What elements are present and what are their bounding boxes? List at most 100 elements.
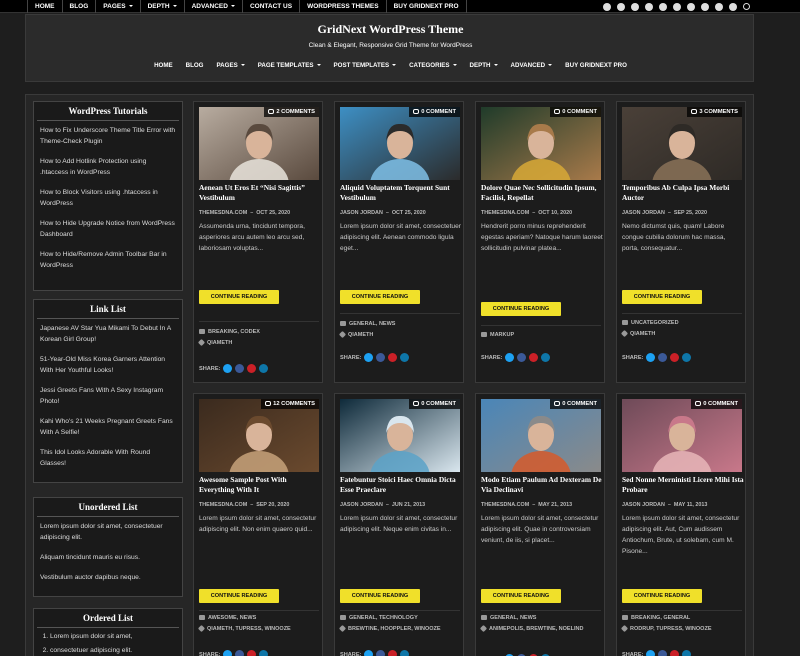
sidebar-link[interactable]: Japanese AV Star Yua Mikami To Debut In … (40, 323, 176, 345)
linkedin-share-icon[interactable] (259, 650, 269, 656)
continue-reading-button[interactable]: CONTINUE READING (622, 290, 702, 304)
linkedin-share-icon[interactable] (400, 353, 410, 362)
sidebar-link[interactable]: How to Block Visitors using .htaccess in… (40, 187, 176, 209)
twitter-share-icon[interactable] (223, 364, 233, 373)
twitter-icon[interactable] (603, 2, 611, 11)
post-title[interactable]: Temporibus Ab Culpa Ipsa Morbi Auctor (622, 183, 744, 203)
post-title[interactable]: Dolore Quae Nec Sollicitudin Ipsum, Faci… (481, 183, 603, 203)
topnav-item-home[interactable]: HOME (27, 0, 63, 13)
post-author[interactable]: THEMESDNA.COM (199, 502, 247, 508)
post-title[interactable]: Modo Etiam Paulum Ad Dexteram De Via Dec… (481, 475, 603, 495)
pinterest-share-icon[interactable] (529, 353, 539, 362)
twitter-share-icon[interactable] (646, 650, 656, 656)
post-author[interactable]: JASON JORDAN (340, 502, 383, 508)
tag-links[interactable]: QIAMETH (630, 331, 655, 337)
comment-count-badge[interactable]: 12 COMMENTS (261, 399, 319, 410)
facebook-share-icon[interactable] (235, 364, 245, 373)
linkedin-share-icon[interactable] (259, 364, 269, 373)
pinterest-icon[interactable] (631, 2, 639, 11)
tag-links[interactable]: RODRUP, TUPRESS, WINOOZE (630, 626, 712, 632)
nav-item-buy-gridnext-pro[interactable]: BUY GRIDNEXT PRO (565, 62, 627, 69)
post-author[interactable]: JASON JORDAN (622, 210, 665, 216)
post-title[interactable]: Awesome Sample Post With Everything With… (199, 475, 321, 495)
comment-count-badge[interactable]: 0 COMMENT (409, 107, 460, 118)
continue-reading-button[interactable]: CONTINUE READING (481, 589, 561, 603)
continue-reading-button[interactable]: CONTINUE READING (199, 589, 279, 603)
post-title[interactable]: Sed Nonne Merninisti Licere Mihi Ista Pr… (622, 475, 744, 495)
rss-icon[interactable] (729, 2, 737, 11)
post-thumbnail[interactable]: 0 COMMENT (481, 399, 601, 472)
post-thumbnail[interactable]: 0 COMMENT (340, 399, 460, 472)
tag-links[interactable]: BREWTINE, HOOPPLER, WINOOZE (348, 626, 441, 632)
topnav-item-blog[interactable]: BLOG (63, 0, 97, 13)
post-thumbnail[interactable]: 2 COMMENTS (199, 107, 319, 180)
post-thumbnail[interactable]: 0 COMMENT (622, 399, 742, 472)
messenger-icon[interactable] (687, 2, 695, 11)
sidebar-link[interactable]: 51-Year-Old Miss Korea Garners Attention… (40, 354, 176, 376)
continue-reading-button[interactable]: CONTINUE READING (340, 290, 420, 304)
category-links[interactable]: BREAKING, GENERAL (631, 615, 690, 621)
sidebar-link[interactable]: How to Hide/Remove Admin Toolbar Bar in … (40, 249, 176, 271)
linkedin-share-icon[interactable] (682, 353, 692, 362)
comment-count-badge[interactable]: 3 COMMENTS (687, 107, 742, 118)
comment-count-badge[interactable]: 0 COMMENT (409, 399, 460, 410)
facebook-share-icon[interactable] (658, 650, 668, 656)
twitter-share-icon[interactable] (364, 650, 374, 656)
sidebar-link[interactable]: How to Fix Underscore Theme Title Error … (40, 125, 176, 147)
nav-item-blog[interactable]: BLOG (186, 62, 204, 69)
facebook-share-icon[interactable] (658, 353, 668, 362)
facebook-share-icon[interactable] (517, 353, 527, 362)
comment-count-badge[interactable]: 0 COMMENT (691, 399, 742, 410)
category-links[interactable]: MARKUP (490, 332, 514, 338)
category-links[interactable]: GENERAL, TECHNOLOGY (349, 615, 418, 621)
pinterest-share-icon[interactable] (247, 364, 257, 373)
topnav-item-advanced[interactable]: ADVANCED (185, 0, 243, 13)
sidebar-link[interactable]: Kahi Who's 21 Weeks Pregnant Greets Fans… (40, 416, 176, 438)
nav-item-depth[interactable]: DEPTH (470, 62, 498, 69)
pinterest-share-icon[interactable] (247, 650, 257, 656)
pinterest-share-icon[interactable] (388, 353, 398, 362)
category-links[interactable]: AWESOME, NEWS (208, 615, 256, 621)
nav-item-categories[interactable]: CATEGORIES (409, 62, 457, 69)
site-title[interactable]: GridNext WordPress Theme (26, 22, 755, 37)
nav-item-advanced[interactable]: ADVANCED (511, 62, 553, 69)
post-author[interactable]: JASON JORDAN (622, 502, 665, 508)
post-title[interactable]: Aliquid Voluptatem Torquent Sunt Vestibu… (340, 183, 462, 203)
category-links[interactable]: GENERAL, NEWS (490, 615, 536, 621)
tag-links[interactable]: QIAMETH (348, 332, 373, 338)
vk-icon[interactable] (715, 2, 723, 11)
post-author[interactable]: THEMESDNA.COM (199, 210, 247, 216)
post-thumbnail[interactable]: 0 COMMENT (481, 107, 601, 180)
sidebar-link[interactable]: How to Hide Upgrade Notice from WordPres… (40, 218, 176, 240)
continue-reading-button[interactable]: CONTINUE READING (622, 589, 702, 603)
pinterest-share-icon[interactable] (670, 650, 680, 656)
sidebar-link[interactable]: This Idol Looks Adorable With Round Glas… (40, 447, 176, 469)
topnav-item-contact-us[interactable]: CONTACT US (243, 0, 301, 13)
post-author[interactable]: THEMESDNA.COM (481, 502, 529, 508)
category-links[interactable]: UNCATEGORIZED (631, 320, 679, 326)
twitter-share-icon[interactable] (364, 353, 374, 362)
linkedin-icon[interactable] (645, 2, 653, 11)
topnav-item-buy-gridnext-pro[interactable]: BUY GRIDNEXT PRO (387, 0, 467, 13)
nav-item-post-templates[interactable]: POST TEMPLATES (334, 62, 397, 69)
post-title[interactable]: Aenean Ut Eros Et “Nisi Sagittis” Vestib… (199, 183, 321, 203)
facebook-share-icon[interactable] (235, 650, 245, 656)
post-thumbnail[interactable]: 3 COMMENTS (622, 107, 742, 180)
instagram-icon[interactable] (659, 2, 667, 11)
category-links[interactable]: BREAKING, CODEX (208, 329, 260, 335)
twitter-share-icon[interactable] (646, 353, 656, 362)
post-author[interactable]: JASON JORDAN (340, 210, 383, 216)
post-thumbnail[interactable]: 0 COMMENT (340, 107, 460, 180)
nav-item-page-templates[interactable]: PAGE TEMPLATES (258, 62, 321, 69)
nav-item-home[interactable]: HOME (154, 62, 173, 69)
category-links[interactable]: GENERAL, NEWS (349, 321, 395, 327)
topnav-item-wordpress-themes[interactable]: WORDPRESS THEMES (300, 0, 387, 13)
sidebar-link[interactable]: Jessi Greets Fans With A Sexy Instagram … (40, 385, 176, 407)
post-title[interactable]: Fatebuntur Stoici Haec Omnia Dicta Esse … (340, 475, 462, 495)
search-icon[interactable] (743, 3, 750, 10)
pinterest-share-icon[interactable] (388, 650, 398, 656)
comment-count-badge[interactable]: 0 COMMENT (550, 107, 601, 118)
linkedin-share-icon[interactable] (400, 650, 410, 656)
post-author[interactable]: THEMESDNA.COM (481, 210, 529, 216)
topnav-item-pages[interactable]: PAGES (96, 0, 141, 13)
